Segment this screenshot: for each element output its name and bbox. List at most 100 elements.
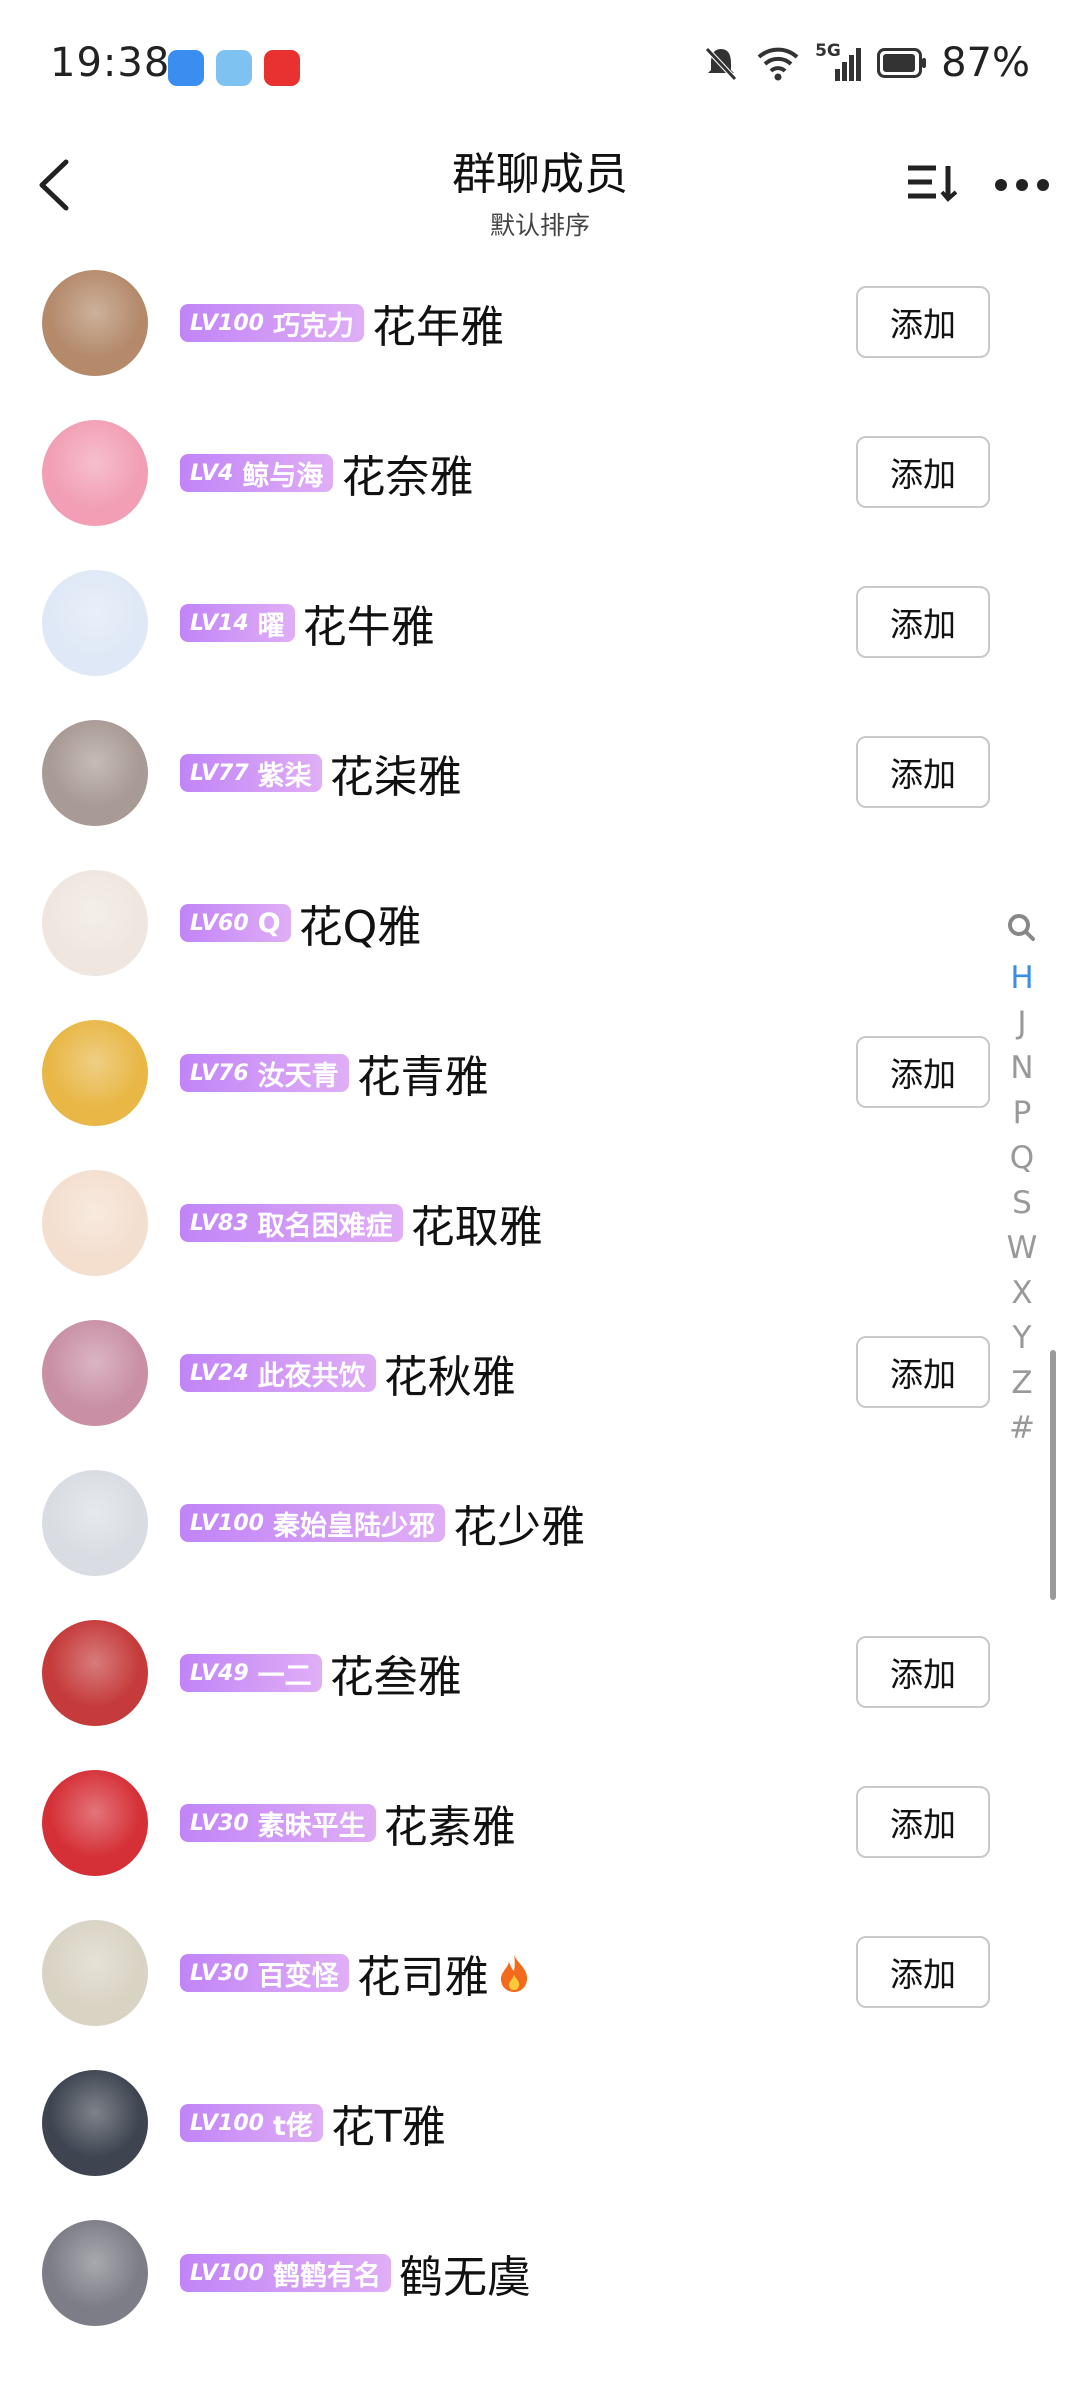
member-title: 素昧平生	[257, 1810, 366, 1842]
member-row[interactable]: LV83 取名困难症 花取雅	[0, 1170, 1010, 1320]
music-app-icon	[264, 50, 300, 86]
index-letter[interactable]: W	[1002, 1230, 1042, 1266]
member-name: 花司雅	[356, 1952, 489, 2003]
avatar[interactable]	[42, 2220, 148, 2326]
level-label: LV100	[190, 310, 264, 336]
level-badge: LV77 紫柒	[180, 754, 322, 792]
member-row[interactable]: LV14 曜花牛雅 添加	[0, 570, 1010, 720]
member-name-line: LV100 巧克力 花年雅	[180, 293, 504, 353]
index-letter[interactable]: N	[1002, 1050, 1042, 1086]
level-label: LV14	[190, 610, 249, 636]
member-row[interactable]: LV100 巧克力 花年雅 添加	[0, 270, 1010, 420]
member-row[interactable]: LV4 鲸与海 花奈雅 添加	[0, 420, 1010, 570]
weather-app-icon	[216, 50, 252, 86]
index-letter[interactable]: J	[1002, 1005, 1042, 1041]
add-friend-button[interactable]: 添加	[856, 1786, 990, 1858]
level-badge: LV60 Q	[180, 904, 291, 942]
member-row[interactable]: LV76 汝天青 花青雅 添加	[0, 1020, 1010, 1170]
scrollbar-thumb[interactable]	[1050, 1350, 1056, 1600]
member-name: 花青雅	[356, 1052, 489, 1103]
member-title: t佬	[272, 2110, 313, 2142]
member-row[interactable]: LV30 素昧平生 花素雅 添加	[0, 1770, 1010, 1920]
add-friend-button[interactable]: 添加	[856, 1936, 990, 2008]
member-name-line: LV24 此夜共饮 花秋雅	[180, 1343, 516, 1403]
member-row[interactable]: LV60 Q 花Q雅	[0, 870, 1010, 1020]
avatar[interactable]	[42, 870, 148, 976]
member-name: 花叁雅	[329, 1652, 462, 1703]
avatar[interactable]	[42, 720, 148, 826]
battery-percent: 87%	[941, 40, 1030, 86]
level-badge: LV30 素昧平生	[180, 1804, 376, 1842]
avatar[interactable]	[42, 1470, 148, 1576]
member-name-line: LV30 百变怪 花司雅	[180, 1943, 531, 2003]
index-letter[interactable]: X	[1002, 1275, 1042, 1311]
level-label: LV24	[190, 1360, 249, 1386]
level-badge: LV30 百变怪	[180, 1954, 349, 1992]
avatar[interactable]	[42, 1320, 148, 1426]
member-row[interactable]: LV77 紫柒 花柒雅 添加	[0, 720, 1010, 870]
add-friend-button[interactable]: 添加	[856, 586, 990, 658]
member-name: 花素雅	[383, 1802, 516, 1853]
more-options-button[interactable]	[992, 170, 1052, 200]
member-name: 花奈雅	[341, 452, 474, 503]
member-title: 一二	[257, 1660, 312, 1692]
member-name: 花Q雅	[298, 902, 422, 953]
level-badge: LV24 此夜共饮	[180, 1354, 376, 1392]
index-search-icon[interactable]	[1002, 910, 1042, 946]
avatar[interactable]	[42, 2070, 148, 2176]
index-letter[interactable]: Z	[1002, 1365, 1042, 1401]
add-friend-button[interactable]: 添加	[856, 286, 990, 358]
member-title: 取名困难症	[257, 1210, 393, 1242]
avatar[interactable]	[42, 1620, 148, 1726]
member-name: 花柒雅	[329, 752, 462, 803]
level-badge: LV100 鹤鹤有名	[180, 2254, 391, 2292]
cloud-app-icon	[168, 50, 204, 86]
avatar[interactable]	[42, 420, 148, 526]
avatar[interactable]	[42, 1770, 148, 1876]
index-letter[interactable]: #	[1002, 1410, 1042, 1446]
index-letter[interactable]: Y	[1002, 1320, 1042, 1356]
sort-subtitle: 默认排序	[489, 211, 590, 240]
add-friend-button[interactable]: 添加	[856, 736, 990, 808]
member-row[interactable]: LV24 此夜共饮 花秋雅 添加	[0, 1320, 1010, 1470]
avatar[interactable]	[42, 570, 148, 676]
index-letter[interactable]: S	[1002, 1185, 1042, 1221]
member-name: 花年雅	[371, 302, 504, 353]
add-friend-button[interactable]: 添加	[856, 1336, 990, 1408]
member-title: 鹤鹤有名	[272, 2260, 381, 2292]
sort-button[interactable]	[904, 158, 962, 208]
member-row[interactable]: LV100 秦始皇陆少邪 花少雅	[0, 1470, 1010, 1620]
member-name-line: LV77 紫柒 花柒雅	[180, 743, 462, 803]
member-name: 花少雅	[452, 1502, 585, 1553]
level-label: LV30	[190, 1960, 249, 1986]
member-name-line: LV83 取名困难症 花取雅	[180, 1193, 543, 1253]
avatar[interactable]	[42, 270, 148, 376]
index-letter[interactable]: H	[1002, 960, 1042, 996]
add-friend-button[interactable]: 添加	[856, 1636, 990, 1708]
index-letter[interactable]: P	[1002, 1095, 1042, 1131]
member-title: 汝天青	[257, 1060, 339, 1092]
level-label: LV100	[190, 1510, 264, 1536]
member-row[interactable]: LV100 鹤鹤有名 鹤无虞	[0, 2220, 1010, 2370]
add-friend-button[interactable]: 添加	[856, 1036, 990, 1108]
member-name-line: LV30 素昧平生 花素雅	[180, 1793, 516, 1853]
member-name: 鹤无虞	[398, 2252, 531, 2303]
member-name-line: LV76 汝天青 花青雅	[180, 1043, 489, 1103]
wifi-icon	[757, 47, 799, 81]
member-row[interactable]: LV100 t佬 花T雅	[0, 2070, 1010, 2220]
level-label: LV49	[190, 1660, 249, 1686]
index-letter[interactable]: Q	[1002, 1140, 1042, 1176]
avatar[interactable]	[42, 1920, 148, 2026]
level-badge: LV100 巧克力	[180, 304, 364, 342]
avatar[interactable]	[42, 1020, 148, 1126]
level-label: LV76	[190, 1060, 249, 1086]
member-title: 曜	[257, 610, 285, 642]
add-friend-button[interactable]: 添加	[856, 436, 990, 508]
member-row[interactable]: LV49 一二 花叁雅 添加	[0, 1620, 1010, 1770]
level-label: LV30	[190, 1810, 249, 1836]
member-row[interactable]: LV30 百变怪 花司雅 添加	[0, 1920, 1010, 2070]
level-badge: LV49 一二	[180, 1654, 322, 1692]
level-badge: LV76 汝天青	[180, 1054, 349, 1092]
sort-list-icon	[908, 165, 958, 202]
avatar[interactable]	[42, 1170, 148, 1276]
